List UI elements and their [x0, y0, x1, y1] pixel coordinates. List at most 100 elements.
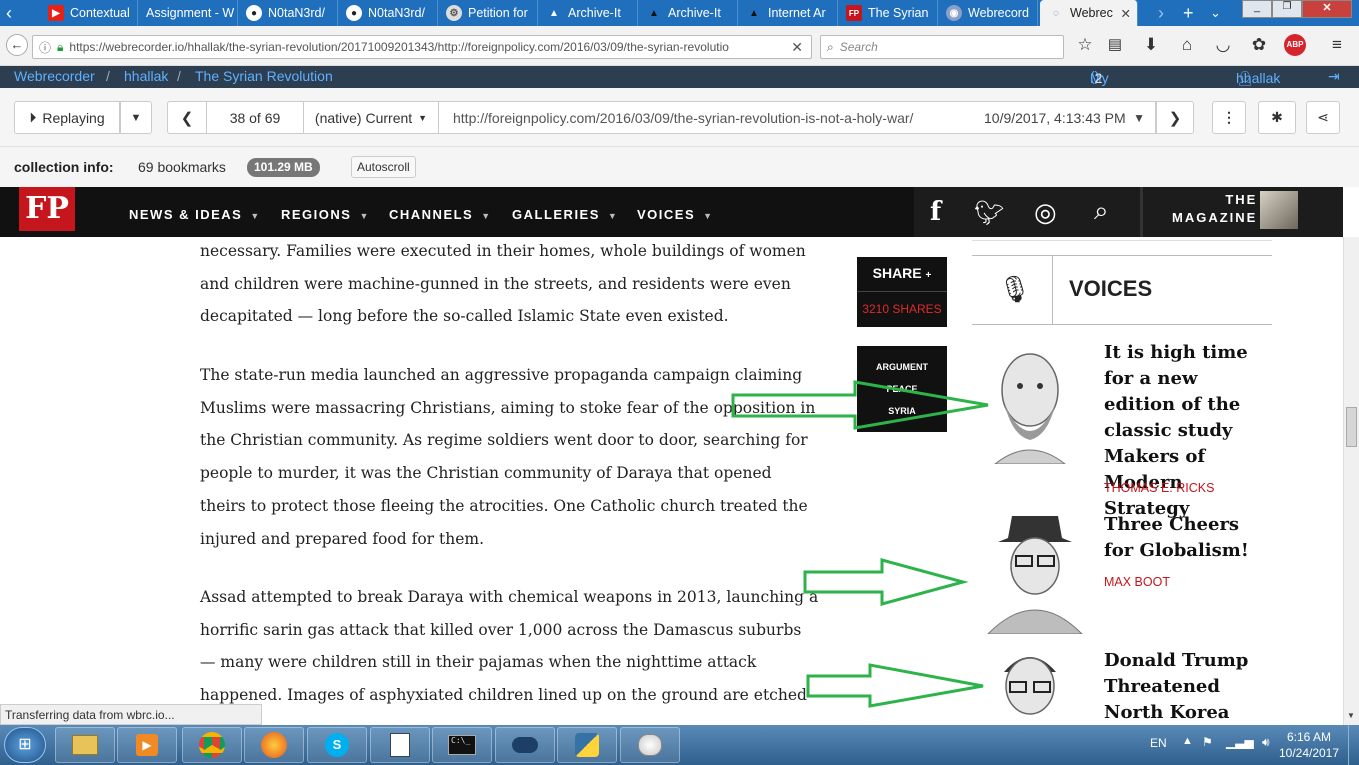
replay-url-text[interactable]: http://foreignpolicy.com/2016/03/09/the-… [453, 110, 913, 126]
page-scrollbar[interactable]: ▼ [1343, 237, 1359, 725]
author-portrait[interactable] [980, 508, 1090, 635]
close-window-icon[interactable]: ✕ [1302, 0, 1352, 18]
new-tab-icon[interactable]: + [1183, 3, 1194, 23]
nav-news-ideas[interactable]: NEWS & IDEAS ▼ [129, 207, 261, 222]
document-icon[interactable] [370, 727, 430, 763]
capture-timestamp[interactable]: 10/9/2017, 4:13:43 PM [984, 110, 1126, 126]
minimize-icon[interactable]: _ [1242, 0, 1272, 18]
github-icon: ● [246, 5, 262, 21]
user-link[interactable]: hhallak [124, 68, 168, 84]
tab-list-icon[interactable]: ⌄ [1210, 3, 1221, 23]
share-widget[interactable]: SHARE + 3210 SHARES [857, 257, 947, 327]
tab-contextual[interactable]: ▶ Contextual [40, 0, 138, 26]
pocket-icon[interactable]: ◡ [1212, 34, 1234, 56]
show-desktop-button[interactable] [1348, 725, 1359, 765]
replay-mode-dropdown-icon[interactable]: ▼ [120, 101, 152, 134]
language-indicator[interactable]: EN [1150, 736, 1167, 750]
voice-author[interactable]: MAX BOOT [1104, 575, 1170, 589]
tag-argument[interactable]: ARGUMENT [857, 362, 947, 372]
divider [1052, 256, 1053, 325]
menu-icon[interactable]: ≡ [1326, 34, 1348, 56]
tab-webrecorder-active[interactable]: ◌ Webrec ✕ [1040, 0, 1138, 26]
flag-icon[interactable]: ⚑ [1202, 735, 1213, 749]
replay-url-input[interactable]: http://foreignpolicy.com/2016/03/09/the-… [438, 101, 1156, 134]
paint-icon[interactable] [620, 727, 680, 763]
info-icon[interactable]: ⓘ [39, 39, 51, 56]
tab-archive-it-2[interactable]: ▲ Archive-It [638, 0, 738, 26]
tab-webrecorder[interactable]: ◉ Webrecord [938, 0, 1038, 26]
tab-notanerd-2[interactable]: ● N0taN3rd/ [338, 0, 438, 26]
tab-petition[interactable]: ⚙ Petition for [438, 0, 538, 26]
python-icon[interactable] [557, 727, 617, 763]
tab-label: Internet Ar [768, 6, 826, 20]
tag-peace[interactable]: PEACE [857, 384, 947, 394]
share-icon[interactable]: ⋖ [1306, 101, 1340, 134]
autoscroll-button[interactable]: Autoscroll [351, 156, 416, 178]
magazine-cover[interactable] [1260, 191, 1298, 229]
scroll-down-icon[interactable]: ▼ [1347, 711, 1355, 720]
wireshark-icon[interactable] [495, 727, 555, 763]
tab-archive-it-1[interactable]: ▲ Archive-It [538, 0, 638, 26]
extension-icon[interactable]: ✿ [1248, 34, 1270, 56]
system-clock[interactable]: 6:16 AM 10/24/2017 [1278, 729, 1340, 761]
author-portrait[interactable] [975, 336, 1085, 465]
tab-internet-archive[interactable]: ▲ Internet Ar [738, 0, 838, 26]
nav-voices[interactable]: VOICES ▼ [637, 207, 714, 222]
nav-regions[interactable]: REGIONS ▼ [281, 207, 370, 222]
collection-info-bar: collection info: 69 bookmarks 101.29 MB … [0, 147, 1359, 187]
tag-syria[interactable]: SYRIA [857, 406, 947, 416]
volume-icon[interactable]: 🔊︎ [1262, 735, 1270, 750]
firefox-icon[interactable] [244, 727, 304, 763]
webrecorder-header: Webrecorder / hhallak / The Syrian Revol… [0, 66, 1359, 102]
more-options-icon[interactable]: ⋮ [1212, 101, 1246, 134]
scrollbar-thumb[interactable] [1346, 407, 1357, 447]
podcast-icon[interactable]: ◎ [1034, 197, 1057, 228]
network-icon[interactable]: ▁▃▅ [1226, 735, 1254, 749]
voice-author[interactable]: THOMAS E. RICKS [1104, 481, 1214, 495]
maximize-icon[interactable]: ❐ [1272, 0, 1302, 18]
facebook-icon[interactable]: f [930, 197, 941, 227]
twitter-icon[interactable]: 🐦︎ [974, 199, 1004, 228]
skype-icon[interactable]: S [307, 727, 367, 763]
home-icon[interactable]: ⌂ [1176, 34, 1198, 56]
clear-url-icon[interactable]: ✕ [791, 39, 803, 56]
tab-scroll-left-icon[interactable]: ‹ [6, 3, 12, 23]
browser-select[interactable]: (native) Current ▼ [303, 101, 439, 134]
magazine-link[interactable]: THE MAGAZINE [1172, 191, 1257, 227]
chrome-icon[interactable] [182, 727, 242, 763]
voice-article-title[interactable]: Three Cheers for Globalism! [1104, 512, 1264, 564]
url-bar[interactable]: ⓘ 🔒︎ https://webrecorder.io/hhallak/the-… [32, 35, 812, 59]
next-page-icon[interactable]: ❯ [1156, 101, 1194, 134]
timestamp-dropdown-icon[interactable]: ▼ [1133, 111, 1145, 125]
my-collections-link[interactable]: My Collections (2) [1090, 68, 1158, 102]
previous-page-icon[interactable]: ❮ [167, 101, 207, 134]
tab-notanerd-1[interactable]: ● N0taN3rd/ [238, 0, 338, 26]
explorer-icon[interactable] [55, 727, 115, 763]
nav-galleries[interactable]: GALLERIES ▼ [512, 207, 618, 222]
terminal-icon[interactable]: C:\_ [432, 727, 492, 763]
bug-report-icon[interactable]: ✱ [1258, 101, 1296, 134]
media-player-icon[interactable]: ▶ [117, 727, 177, 763]
fp-logo[interactable]: FP [19, 187, 75, 231]
search-input[interactable]: ⌕ Search [820, 35, 1064, 59]
search-icon[interactable]: ⌕ [1094, 195, 1109, 227]
tab-scroll-right-icon[interactable]: › [1158, 3, 1164, 23]
replay-mode-button[interactable]: ⏵ Replaying [14, 101, 120, 134]
tab-the-syrian[interactable]: FP The Syrian [838, 0, 938, 26]
collection-link[interactable]: The Syrian Revolution [195, 68, 333, 84]
download-icon[interactable]: ⬇ [1140, 34, 1162, 56]
url-text[interactable]: https://webrecorder.io/hhallak/the-syria… [69, 40, 769, 54]
start-button[interactable]: ⊞ [4, 727, 46, 763]
tray-expand-icon[interactable]: ▲ [1182, 735, 1193, 747]
logout-icon[interactable]: ⇥ [1328, 68, 1340, 85]
adblock-icon[interactable]: ABP [1284, 34, 1306, 56]
tab-assignment[interactable]: Assignment - W [138, 0, 238, 26]
back-icon[interactable]: ← [6, 34, 28, 56]
nav-channels[interactable]: CHANNELS ▼ [389, 207, 492, 222]
close-tab-icon[interactable]: ✕ [1121, 6, 1131, 21]
bookmark-star-icon[interactable]: ☆ [1074, 34, 1096, 56]
voice-article-title[interactable]: Donald Trump Threatened North Korea [1104, 648, 1264, 726]
webrecorder-home-link[interactable]: Webrecorder [14, 68, 95, 84]
reading-list-icon[interactable]: ▤ [1104, 34, 1126, 56]
author-portrait[interactable] [990, 644, 1070, 725]
